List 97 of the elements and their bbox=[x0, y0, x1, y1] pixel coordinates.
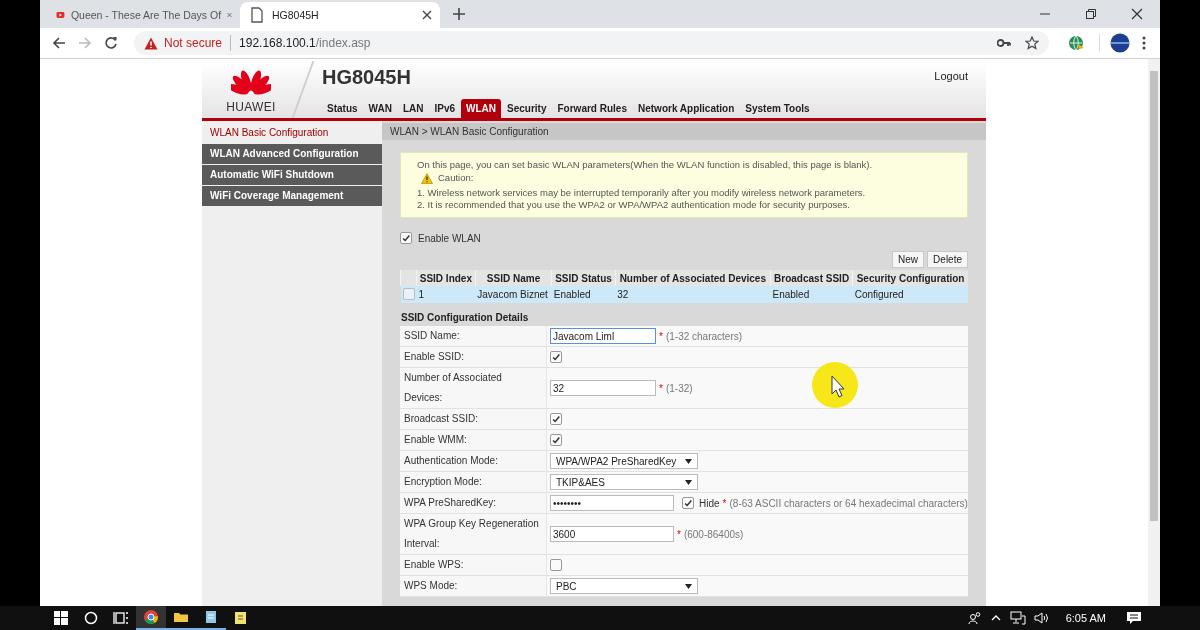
notepad-icon bbox=[203, 609, 219, 625]
chrome-icon bbox=[143, 609, 159, 625]
people-icon[interactable] bbox=[967, 611, 982, 625]
sticky-note-icon bbox=[233, 610, 249, 626]
column-header: SSID Name bbox=[475, 270, 552, 286]
checkbox[interactable] bbox=[550, 559, 562, 571]
table-cell: 32 bbox=[615, 286, 771, 303]
action-button[interactable]: Delete bbox=[927, 251, 968, 268]
windows-icon bbox=[53, 610, 69, 626]
nav-tab[interactable]: IPv6 bbox=[429, 99, 461, 118]
required-mark: * bbox=[722, 497, 727, 509]
caret-icon bbox=[685, 458, 692, 464]
table-cell: Javacom Biznet bbox=[475, 286, 552, 303]
logout-link[interactable]: Logout bbox=[934, 70, 968, 82]
section-title: SSID Configuration Details bbox=[401, 312, 530, 323]
nav-tab[interactable]: LAN bbox=[397, 99, 429, 118]
nav-tab[interactable]: Forward Rules bbox=[552, 99, 632, 118]
checkbox[interactable] bbox=[550, 351, 562, 363]
input-field[interactable]: 32 bbox=[550, 380, 656, 396]
field-hint: (8-63 ASCII characters or 64 hexadecimal characters) bbox=[729, 497, 968, 509]
notice-text: On this page, you can set basic WLAN parameters(When the WLAN function is disabled, this page is blank). bbox=[417, 159, 874, 171]
field-hint: (1-32 characters) bbox=[665, 330, 743, 342]
table-cell: Enabled bbox=[770, 286, 853, 303]
column-header: SSID Status bbox=[551, 270, 616, 286]
back-icon[interactable] bbox=[52, 36, 66, 50]
address-bar[interactable]: Not secure 192.168.100.1/index.asp bbox=[134, 31, 1049, 55]
column-header: Broadcast SSID bbox=[770, 270, 853, 286]
checkbox[interactable] bbox=[682, 497, 694, 509]
nav-tab[interactable]: WLAN bbox=[461, 99, 502, 118]
password-field[interactable]: •••••••• bbox=[550, 495, 674, 511]
checkbox[interactable] bbox=[550, 413, 562, 425]
browser-tab[interactable]: HG8045H bbox=[240, 2, 440, 28]
nav-tab[interactable]: Status bbox=[322, 99, 363, 118]
nav-tab[interactable]: WAN bbox=[363, 99, 397, 118]
sidebar-item[interactable]: Automatic WiFi Shutdown bbox=[202, 165, 382, 185]
url-text: 192.168.100.1/index.asp bbox=[239, 36, 371, 50]
nav-tab[interactable]: Security bbox=[502, 99, 552, 118]
field-hint: (600-86400s) bbox=[683, 528, 744, 540]
sidebar-item[interactable]: WLAN Advanced Configuration bbox=[202, 144, 382, 164]
required-mark: * bbox=[677, 528, 681, 540]
speaker-icon[interactable] bbox=[1033, 611, 1050, 625]
globe-extension-icon[interactable] bbox=[1067, 34, 1085, 52]
key-icon[interactable] bbox=[997, 38, 1011, 48]
nav-tab[interactable]: System Tools bbox=[740, 99, 815, 118]
checkbox[interactable] bbox=[400, 232, 412, 244]
search-icon bbox=[83, 610, 99, 626]
notice-text: 1. Wireless network services may be interrupted temporarily after you modify wireless network parameters. bbox=[417, 187, 867, 199]
tab-title: Queen - These Are The Days Of bbox=[70, 9, 222, 21]
table-cell: Enabled bbox=[551, 286, 616, 303]
model-title: HG8045H bbox=[322, 66, 412, 90]
reload-icon[interactable] bbox=[104, 36, 118, 50]
notification-icon[interactable] bbox=[1126, 611, 1142, 625]
warning-icon bbox=[144, 36, 158, 50]
action-button[interactable]: New bbox=[892, 251, 925, 268]
close-icon[interactable] bbox=[422, 10, 432, 20]
table-row[interactable]: 1 Javacom Biznet Enabled 32 Enabled Configured bbox=[400, 286, 968, 303]
sidebar-item[interactable]: WiFi Coverage Management bbox=[202, 186, 382, 206]
task-view-icon bbox=[113, 610, 129, 626]
field-hint: (1-32) bbox=[665, 382, 693, 394]
column-header: SSID Index bbox=[416, 270, 476, 286]
restore-icon[interactable] bbox=[1085, 8, 1097, 20]
profile-avatar-icon[interactable] bbox=[1110, 33, 1130, 53]
new-tab-icon[interactable] bbox=[452, 7, 466, 21]
warning-icon bbox=[421, 172, 433, 184]
dropdown[interactable]: PBC bbox=[550, 578, 698, 594]
notice-text: 2. It is recommended that you use the WPA2 or WPA/WPA2 authentication mode for security purposes. bbox=[417, 199, 851, 211]
dropdown[interactable]: TKIP&AES bbox=[550, 474, 698, 490]
clock[interactable]: 6:05 AM bbox=[1065, 612, 1106, 624]
caret-icon bbox=[685, 583, 692, 589]
required-mark: * bbox=[659, 330, 663, 342]
column-header: Number of Associated Devices bbox=[615, 270, 771, 286]
browser-tab[interactable]: Queen - These Are The Days Of bbox=[48, 2, 240, 28]
dropdown[interactable]: WPA/WPA2 PreSharedKey bbox=[550, 453, 698, 469]
scrollbar[interactable] bbox=[1148, 59, 1160, 606]
tab-title: HG8045H bbox=[272, 9, 320, 21]
nav-tab[interactable]: Network Application bbox=[633, 99, 740, 118]
chrome-button[interactable] bbox=[136, 606, 166, 630]
column-header: Security Configuration bbox=[852, 270, 968, 286]
input-field[interactable]: Javacom Liml bbox=[550, 328, 656, 344]
caret-icon bbox=[685, 479, 692, 485]
caution-label: Caution: bbox=[438, 172, 474, 184]
checkbox-label: Hide bbox=[699, 497, 720, 509]
close-icon[interactable] bbox=[1131, 8, 1143, 20]
input-field[interactable]: 3600 bbox=[550, 526, 674, 542]
table-cell: 1 bbox=[416, 286, 476, 303]
brand-name: HUAWEI bbox=[226, 100, 276, 114]
required-mark: * bbox=[659, 382, 663, 394]
table-cell: Configured bbox=[852, 286, 968, 303]
document-icon bbox=[248, 6, 266, 24]
security-label: Not secure bbox=[164, 36, 223, 50]
breadcrumb: WLAN > WLAN Basic Configuration bbox=[382, 123, 986, 140]
checkbox[interactable] bbox=[550, 434, 562, 446]
checkbox[interactable] bbox=[402, 287, 415, 300]
star-icon[interactable] bbox=[1025, 36, 1039, 50]
network-icon[interactable] bbox=[1009, 611, 1026, 625]
checkbox-label: Enable WLAN bbox=[418, 232, 481, 244]
menu-icon[interactable] bbox=[1142, 36, 1146, 50]
